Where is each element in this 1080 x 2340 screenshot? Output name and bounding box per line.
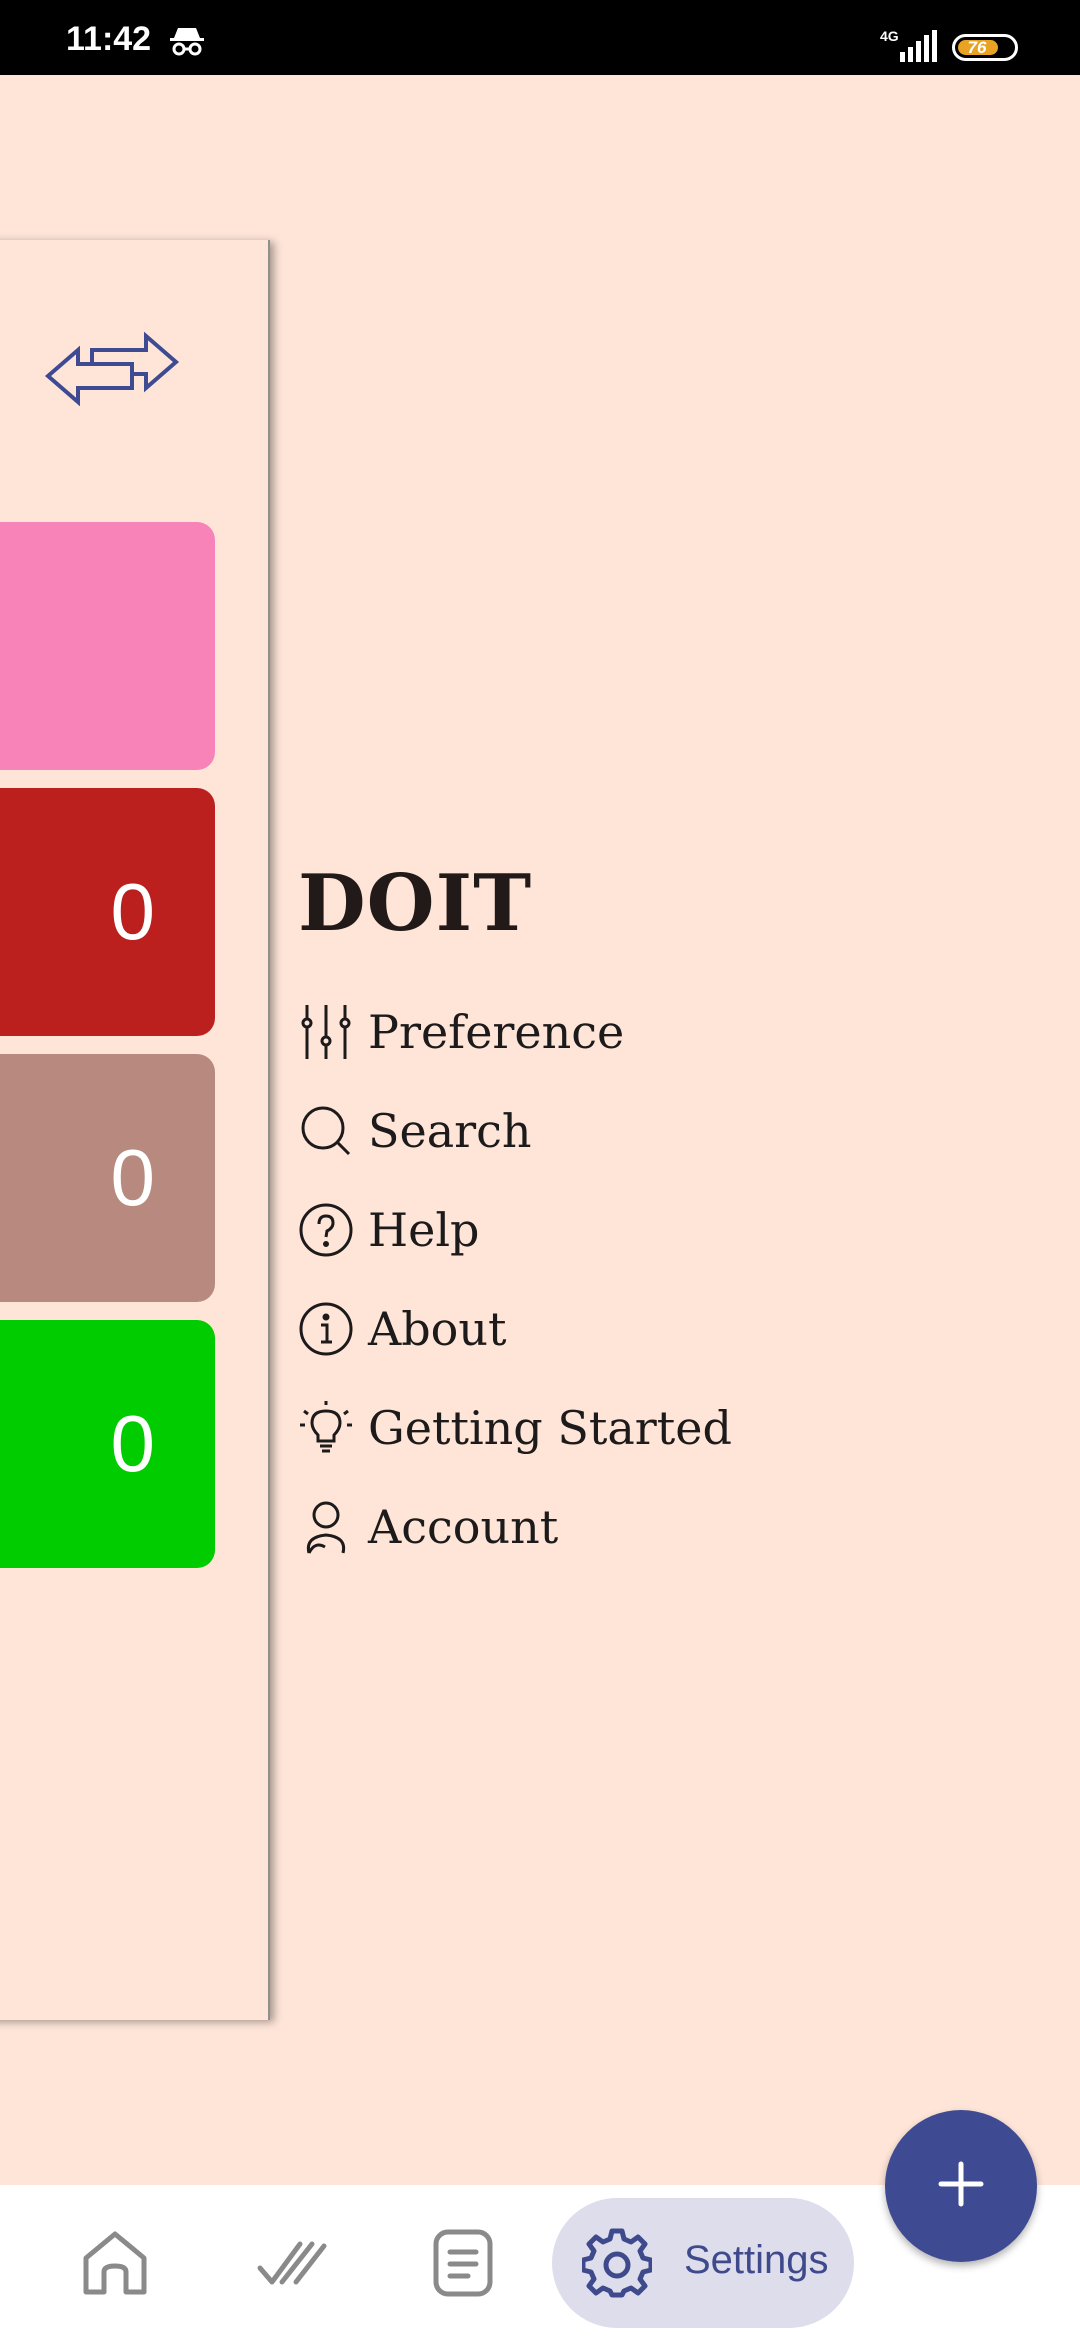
menu-item-label: Search: [368, 1104, 532, 1158]
menu-item-preference[interactable]: Preference: [298, 996, 818, 1068]
card-count: 0: [110, 867, 156, 956]
card-count: 0: [110, 1399, 156, 1488]
menu-item-label: Preference: [368, 1005, 625, 1059]
card-count: 0: [110, 1133, 156, 1222]
menu-item-label: Help: [368, 1203, 480, 1257]
sliders-icon: [298, 1004, 354, 1060]
main-content-panel[interactable]: 0 0 0: [0, 240, 270, 2020]
status-time: 11:42: [66, 20, 152, 58]
menu-item-getting-started[interactable]: Getting Started: [298, 1392, 818, 1464]
help-icon: [298, 1202, 354, 1258]
menu-item-label: Getting Started: [368, 1401, 732, 1455]
settings-nav-button[interactable]: Settings: [552, 2198, 854, 2328]
info-icon: [298, 1301, 354, 1357]
search-icon: [298, 1103, 354, 1159]
add-task-button[interactable]: [885, 2110, 1037, 2262]
gear-icon: [580, 2228, 654, 2302]
signal-icon: [896, 30, 938, 66]
completed-tasks-icon[interactable]: [256, 2238, 328, 2292]
menu-item-label: About: [368, 1302, 507, 1356]
menu-item-help[interactable]: Help: [298, 1194, 818, 1266]
category-card-brown[interactable]: 0: [0, 1054, 215, 1302]
category-card-pink[interactable]: [0, 522, 215, 770]
battery-icon: 76: [952, 34, 1018, 61]
notes-icon[interactable]: [432, 2228, 494, 2302]
incognito-icon: [168, 26, 206, 60]
settings-nav-label: Settings: [684, 2238, 829, 2282]
menu-item-about[interactable]: About: [298, 1293, 818, 1365]
home-icon[interactable]: [80, 2228, 150, 2302]
menu-item-search[interactable]: Search: [298, 1095, 818, 1167]
status-bar: 11:42 4G 76: [0, 0, 1080, 75]
category-card-green[interactable]: 0: [0, 1320, 215, 1568]
category-card-red[interactable]: 0: [0, 788, 215, 1036]
lightbulb-icon: [298, 1400, 354, 1456]
plus-icon: [938, 2161, 984, 2211]
drawer-title: DOIT: [298, 858, 533, 949]
battery-level: 76: [967, 38, 987, 57]
swap-arrows-icon[interactable]: [44, 330, 180, 410]
menu-item-label: Account: [368, 1500, 559, 1554]
menu-item-account[interactable]: Account: [298, 1491, 818, 1563]
user-icon: [298, 1499, 354, 1555]
